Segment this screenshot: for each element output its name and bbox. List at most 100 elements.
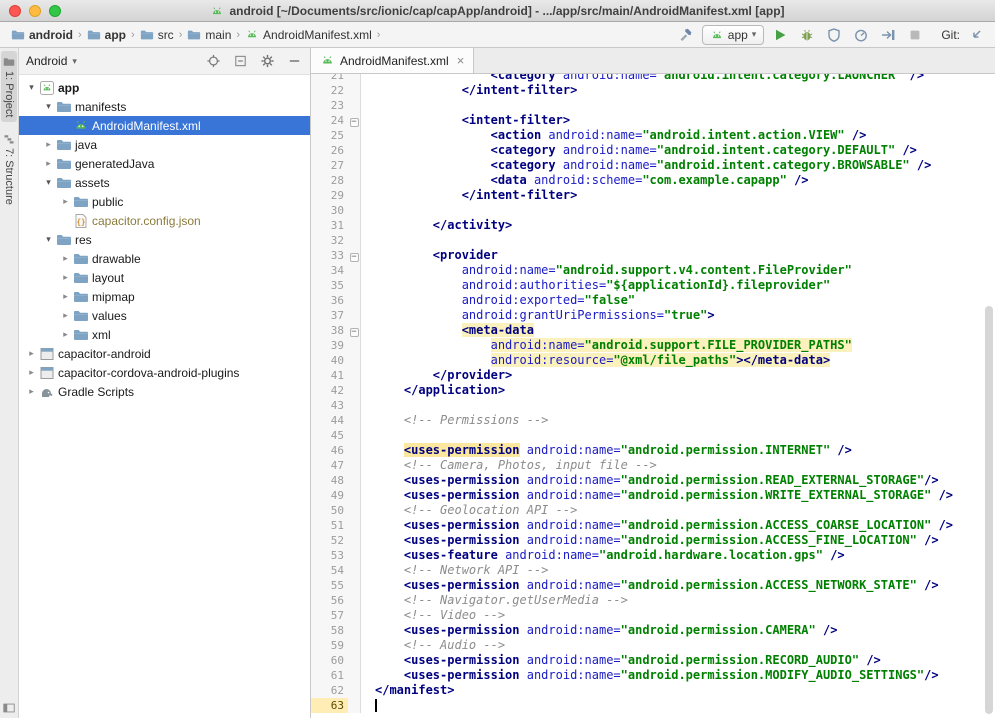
- code-line-24[interactable]: 24− <intent-filter>: [311, 113, 995, 128]
- breadcrumb-src[interactable]: src: [137, 28, 177, 42]
- code-line-45[interactable]: 45: [311, 428, 995, 443]
- code-line-35[interactable]: 35 android:authorities="${applicationId}…: [311, 278, 995, 293]
- collapsed-arrow-icon[interactable]: ▸: [25, 367, 38, 378]
- code-line-38[interactable]: 38− <meta-data: [311, 323, 995, 338]
- select-opened-file-button[interactable]: [204, 52, 222, 70]
- collapsed-arrow-icon[interactable]: ▸: [42, 158, 55, 169]
- code-line-53[interactable]: 53 <uses-feature android:name="android.h…: [311, 548, 995, 563]
- collapsed-arrow-icon[interactable]: ▸: [59, 310, 72, 321]
- code-line-26[interactable]: 26 <category android:name="android.inten…: [311, 143, 995, 158]
- collapse-all-button[interactable]: [231, 52, 249, 70]
- code-editor[interactable]: 21 <category android:name="android.inten…: [311, 74, 995, 718]
- tree-item-res[interactable]: ▾res: [19, 230, 310, 249]
- tree-item-capacitor-android[interactable]: ▸capacitor-android: [19, 344, 310, 363]
- code-line-58[interactable]: 58 <uses-permission android:name="androi…: [311, 623, 995, 638]
- collapsed-arrow-icon[interactable]: ▸: [59, 291, 72, 302]
- close-window-button[interactable]: [9, 5, 21, 17]
- collapsed-arrow-icon[interactable]: ▸: [25, 386, 38, 397]
- fold-icon[interactable]: −: [350, 118, 359, 127]
- code-line-40[interactable]: 40 android:resource="@xml/file_paths"></…: [311, 353, 995, 368]
- code-line-60[interactable]: 60 <uses-permission android:name="androi…: [311, 653, 995, 668]
- code-line-32[interactable]: 32: [311, 233, 995, 248]
- tree-item-assets[interactable]: ▾assets: [19, 173, 310, 192]
- code-line-25[interactable]: 25 <action android:name="android.intent.…: [311, 128, 995, 143]
- expanded-arrow-icon[interactable]: ▾: [42, 177, 55, 188]
- tree-item-generatedjava[interactable]: ▸generatedJava: [19, 154, 310, 173]
- tree-item-public[interactable]: ▸public: [19, 192, 310, 211]
- tree-item-layout[interactable]: ▸layout: [19, 268, 310, 287]
- code-line-33[interactable]: 33− <provider: [311, 248, 995, 263]
- code-line-52[interactable]: 52 <uses-permission android:name="androi…: [311, 533, 995, 548]
- run-configuration-dropdown[interactable]: app ▾: [702, 25, 765, 45]
- code-line-59[interactable]: 59 <!-- Audio -->: [311, 638, 995, 653]
- code-line-41[interactable]: 41 </provider>: [311, 368, 995, 383]
- breadcrumb-android[interactable]: android: [8, 28, 76, 42]
- code-line-27[interactable]: 27 <category android:name="android.inten…: [311, 158, 995, 173]
- tree-item-xml[interactable]: ▸xml: [19, 325, 310, 344]
- code-line-56[interactable]: 56 <!-- Navigator.getUserMedia -->: [311, 593, 995, 608]
- tree-item-androidmanifest-xml[interactable]: AndroidManifest.xml: [19, 116, 310, 135]
- expanded-arrow-icon[interactable]: ▾: [42, 101, 55, 112]
- update-project-button[interactable]: [965, 24, 987, 46]
- hide-panel-button[interactable]: [285, 52, 303, 70]
- code-line-21[interactable]: 21 <category android:name="android.inten…: [311, 74, 995, 83]
- code-line-63[interactable]: 63: [311, 698, 995, 713]
- collapsed-arrow-icon[interactable]: ▸: [25, 348, 38, 359]
- tree-item-drawable[interactable]: ▸drawable: [19, 249, 310, 268]
- breadcrumb-androidmanifest-xml[interactable]: AndroidManifest.xml: [242, 28, 375, 42]
- code-line-30[interactable]: 30: [311, 203, 995, 218]
- breadcrumb-main[interactable]: main: [184, 28, 234, 42]
- code-line-37[interactable]: 37 android:grantUriPermissions="true">: [311, 308, 995, 323]
- collapsed-arrow-icon[interactable]: ▸: [59, 253, 72, 264]
- tree-item-app[interactable]: ▾app: [19, 78, 310, 97]
- code-line-36[interactable]: 36 android:exported="false": [311, 293, 995, 308]
- collapsed-arrow-icon[interactable]: ▸: [59, 196, 72, 207]
- code-line-29[interactable]: 29 </intent-filter>: [311, 188, 995, 203]
- tree-item-gradle-scripts[interactable]: ▸Gradle Scripts: [19, 382, 310, 401]
- code-line-43[interactable]: 43: [311, 398, 995, 413]
- structure-toolwindow-tab[interactable]: 7: Structure: [1, 128, 17, 210]
- code-line-23[interactable]: 23: [311, 98, 995, 113]
- zoom-window-button[interactable]: [49, 5, 61, 17]
- profiler-button[interactable]: [850, 24, 872, 46]
- code-line-62[interactable]: 62</manifest>: [311, 683, 995, 698]
- tree-item-capacitor-config-json[interactable]: {}capacitor.config.json: [19, 211, 310, 230]
- code-line-44[interactable]: 44 <!-- Permissions -->: [311, 413, 995, 428]
- code-line-31[interactable]: 31 </activity>: [311, 218, 995, 233]
- tree-item-java[interactable]: ▸java: [19, 135, 310, 154]
- close-tab-icon[interactable]: ×: [457, 54, 465, 67]
- collapsed-arrow-icon[interactable]: ▸: [42, 139, 55, 150]
- code-line-55[interactable]: 55 <uses-permission android:name="androi…: [311, 578, 995, 593]
- code-line-28[interactable]: 28 <data android:scheme="com.example.cap…: [311, 173, 995, 188]
- fold-icon[interactable]: −: [350, 328, 359, 337]
- tree-item-manifests[interactable]: ▾manifests: [19, 97, 310, 116]
- run-button[interactable]: [769, 24, 791, 46]
- code-line-50[interactable]: 50 <!-- Geolocation API -->: [311, 503, 995, 518]
- collapsed-arrow-icon[interactable]: ▸: [59, 272, 72, 283]
- code-line-51[interactable]: 51 <uses-permission android:name="androi…: [311, 518, 995, 533]
- code-line-61[interactable]: 61 <uses-permission android:name="androi…: [311, 668, 995, 683]
- collapsed-arrow-icon[interactable]: ▸: [59, 329, 72, 340]
- attach-debugger-button[interactable]: [877, 24, 899, 46]
- code-line-22[interactable]: 22 </intent-filter>: [311, 83, 995, 98]
- tree-item-capacitor-cordova-android-plugins[interactable]: ▸capacitor-cordova-android-plugins: [19, 363, 310, 382]
- build-hammer-button[interactable]: [675, 24, 697, 46]
- breadcrumb-app[interactable]: app: [84, 28, 129, 42]
- project-view-selector[interactable]: Android: [26, 54, 67, 68]
- run-with-coverage-button[interactable]: [823, 24, 845, 46]
- tree-item-values[interactable]: ▸values: [19, 306, 310, 325]
- debug-button[interactable]: [796, 24, 818, 46]
- toolwindow-toggle-icon[interactable]: [2, 701, 16, 715]
- code-line-39[interactable]: 39 android:name="android.support.FILE_PR…: [311, 338, 995, 353]
- code-line-46[interactable]: 46 <uses-permission android:name="androi…: [311, 443, 995, 458]
- tab-androidmanifest[interactable]: AndroidManifest.xml ×: [311, 48, 474, 73]
- code-line-54[interactable]: 54 <!-- Network API -->: [311, 563, 995, 578]
- stop-button[interactable]: [904, 24, 926, 46]
- code-line-48[interactable]: 48 <uses-permission android:name="androi…: [311, 473, 995, 488]
- expanded-arrow-icon[interactable]: ▾: [42, 234, 55, 245]
- project-toolwindow-tab[interactable]: 1: Project: [1, 51, 17, 122]
- code-line-57[interactable]: 57 <!-- Video -->: [311, 608, 995, 623]
- editor-scrollbar[interactable]: [985, 306, 993, 714]
- code-line-47[interactable]: 47 <!-- Camera, Photos, input file -->: [311, 458, 995, 473]
- code-line-49[interactable]: 49 <uses-permission android:name="androi…: [311, 488, 995, 503]
